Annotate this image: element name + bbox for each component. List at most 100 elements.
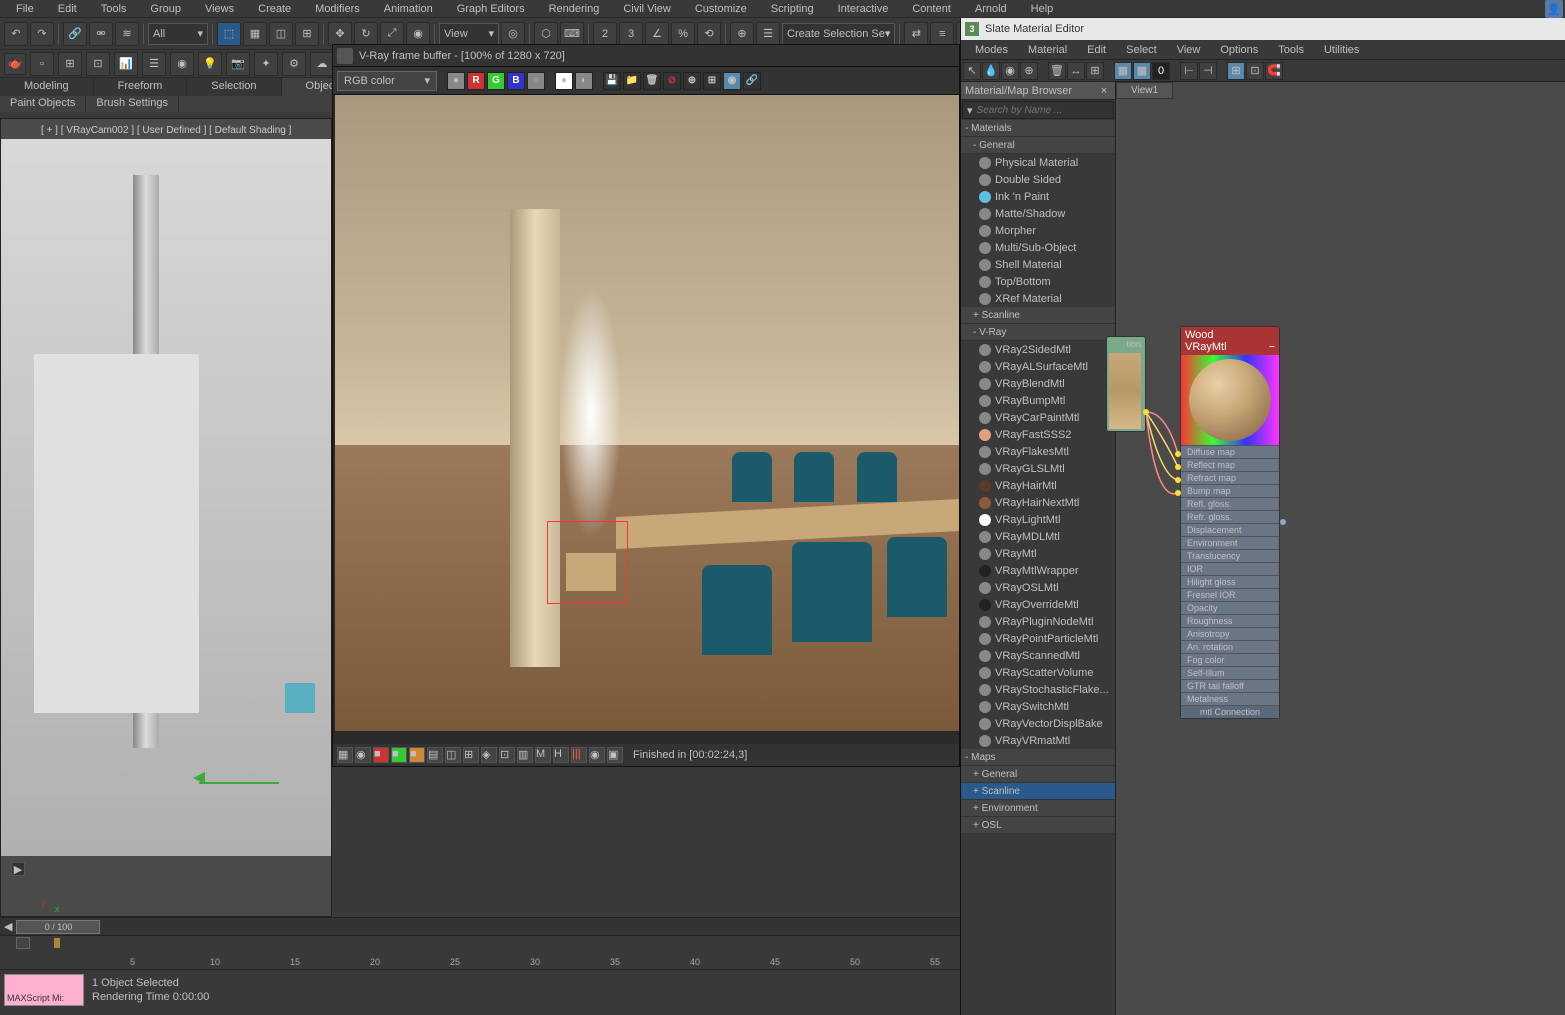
slot-environment[interactable]: Environment	[1181, 536, 1279, 549]
mat-multi-sub-object[interactable]: Multi/Sub-Object	[961, 239, 1115, 256]
region-render-button[interactable]: ◉	[723, 72, 741, 90]
slot-refr-gloss[interactable]: Refr. gloss.	[1181, 510, 1279, 523]
snap-3d-button[interactable]: 3	[619, 22, 643, 46]
mat-vraystochastic[interactable]: VRayStochasticFlake...	[961, 681, 1115, 698]
track-mouse-button[interactable]: ⊞	[703, 72, 721, 90]
node-header[interactable]: Wood VRayMtl −	[1181, 327, 1279, 355]
mat-vrayhair[interactable]: VRayHairMtl	[961, 477, 1115, 494]
mat-vraymdl[interactable]: VRayMDLMtl	[961, 528, 1115, 545]
slate-menu-edit[interactable]: Edit	[1077, 42, 1116, 58]
viewport-label[interactable]: [ + ] [ VRayCam002 ] [ User Defined ] [ …	[41, 125, 291, 136]
slate-delete-button[interactable]: 🗑	[1048, 62, 1066, 80]
ribbon-brush-settings[interactable]: Brush Settings	[86, 96, 179, 112]
mat-vrayoverride[interactable]: VRayOverrideMtl	[961, 596, 1115, 613]
slate-menu-tools[interactable]: Tools	[1268, 42, 1314, 58]
mat-vraymtlwrapper[interactable]: VRayMtlWrapper	[961, 562, 1115, 579]
time-slider-handle[interactable]: 0 / 100	[16, 920, 100, 934]
slot-fresnel[interactable]: Fresnel IOR	[1181, 588, 1279, 601]
vfb-status-icon-8[interactable]: ⊞	[463, 747, 479, 763]
render-last-button[interactable]: ▫	[30, 52, 54, 76]
save-image-button[interactable]: 💾	[603, 72, 621, 90]
mat-xref-material[interactable]: XRef Material	[961, 290, 1115, 307]
vfb-channel-dropdown[interactable]: RGB color▾	[337, 71, 437, 91]
load-image-button[interactable]: 📁	[623, 72, 641, 90]
snap-2d-button[interactable]: 2	[593, 22, 617, 46]
mat-vraycarpaint[interactable]: VRayCarPaintMtl	[961, 409, 1115, 426]
vfb-status-icon-16[interactable]: ▣	[607, 747, 623, 763]
selection-filter-dropdown[interactable]: All▾	[148, 23, 208, 45]
rotate-button[interactable]: ↻	[354, 22, 378, 46]
undo-button[interactable]: ↶	[4, 22, 28, 46]
slate-magnet-button[interactable]: 🧲	[1265, 62, 1283, 80]
link-vfb-button[interactable]: 🔗	[743, 72, 761, 90]
slot-roughness[interactable]: Roughness	[1181, 614, 1279, 627]
vfb-status-icon-12[interactable]: M	[535, 747, 551, 763]
menu-edit[interactable]: Edit	[46, 1, 89, 17]
group-maps-general[interactable]: + General	[961, 766, 1115, 783]
manipulate-button[interactable]: ⬡	[534, 22, 558, 46]
viewport-nav-button[interactable]: ▶	[11, 862, 25, 876]
red-channel-button[interactable]: R	[467, 72, 485, 90]
menu-scripting[interactable]: Scripting	[759, 1, 826, 17]
dope-sheet-button[interactable]: ☰	[142, 52, 166, 76]
menu-arnold[interactable]: Arnold	[963, 1, 1019, 17]
cloud-button[interactable]: ☁	[310, 52, 334, 76]
slate-eyedropper-button[interactable]: 💧	[982, 62, 1000, 80]
mat-double-sided[interactable]: Double Sided	[961, 171, 1115, 188]
named-sel-button[interactable]: ☰	[756, 22, 780, 46]
wood-material-node[interactable]: Wood VRayMtl − Diffuse map Reflect map R…	[1180, 326, 1280, 719]
align-button[interactable]: ≡	[930, 22, 954, 46]
placement-button[interactable]: ◉	[406, 22, 430, 46]
light-button[interactable]: 💡	[198, 52, 222, 76]
render-region-marker[interactable]	[547, 521, 628, 604]
menu-help[interactable]: Help	[1019, 1, 1066, 17]
render-setup-button[interactable]: 🫖	[4, 53, 26, 75]
mat-vrayvrmat[interactable]: VRayVRmatMtl	[961, 732, 1115, 749]
slate-move-button[interactable]: ↔	[1067, 62, 1085, 80]
particle-button[interactable]: ✦	[254, 52, 278, 76]
slot-metalness[interactable]: Metalness	[1181, 692, 1279, 705]
menu-animation[interactable]: Animation	[372, 1, 445, 17]
vfb-status-icon-2[interactable]: ◉	[355, 747, 371, 763]
mat-vraypointparticle[interactable]: VRayPointParticleMtl	[961, 630, 1115, 647]
group-scanline[interactable]: + Scanline	[961, 307, 1115, 324]
menu-customize[interactable]: Customize	[683, 1, 759, 17]
select-by-name-button[interactable]: ▦	[243, 22, 267, 46]
unlink-button[interactable]: ⚮	[89, 22, 113, 46]
slot-bump[interactable]: Bump map	[1181, 484, 1279, 497]
slot-translucency[interactable]: Translucency	[1181, 549, 1279, 562]
vfb-status-icon-1[interactable]: ▦	[337, 747, 353, 763]
vfb-titlebar[interactable]: V-Ray frame buffer - [100% of 1280 x 720…	[333, 45, 959, 67]
blue-channel-button[interactable]: B	[507, 72, 525, 90]
slot-gtr[interactable]: GTR tail falloff	[1181, 679, 1279, 692]
percent-snap-button[interactable]: %	[671, 22, 695, 46]
ribbon-selection[interactable]: Selection	[187, 78, 281, 96]
mat-vrayhairnext[interactable]: VRayHairNextMtl	[961, 494, 1115, 511]
slot-reflect[interactable]: Reflect map	[1181, 458, 1279, 471]
group-vray[interactable]: - V-Ray	[961, 324, 1115, 341]
bind-button[interactable]: ≋	[115, 22, 139, 46]
menu-interactive[interactable]: Interactive	[826, 1, 901, 17]
view-tab[interactable]: View1	[1116, 82, 1173, 99]
vfb-status-icon-15[interactable]: ◉	[589, 747, 605, 763]
rgb-switch-button[interactable]: ●	[447, 72, 465, 90]
menu-rendering[interactable]: Rendering	[537, 1, 612, 17]
mat-vrayplugin[interactable]: VRayPluginNodeMtl	[961, 613, 1115, 630]
menu-create[interactable]: Create	[246, 1, 303, 17]
mat-vrayosl[interactable]: VRayOSLMtl	[961, 579, 1115, 596]
green-channel-button[interactable]: G	[487, 72, 505, 90]
curve-editor-button[interactable]: 📊	[114, 52, 138, 76]
timeline-key-marker[interactable]	[54, 938, 60, 948]
mat-physical-material[interactable]: Physical Material	[961, 154, 1115, 171]
window-crossing-button[interactable]: ⊞	[295, 22, 319, 46]
menu-graph-editors[interactable]: Graph Editors	[445, 1, 537, 17]
slate-put-button[interactable]: ⊕	[1020, 62, 1038, 80]
keyboard-shortcut-button[interactable]: ⌨	[560, 22, 584, 46]
select-region-button[interactable]: ◫	[269, 22, 293, 46]
slate-menu-material[interactable]: Material	[1018, 42, 1077, 58]
user-account-icon[interactable]: 👤	[1545, 0, 1563, 18]
clear-button[interactable]: 🗑	[643, 72, 661, 90]
slate-layout-button[interactable]: ⊞	[1086, 62, 1104, 80]
node-editor-view[interactable]: View1 tion Wood VRayMtl − Diffuse map Re…	[1116, 82, 1565, 1015]
group-maps-scanline[interactable]: + Scanline	[961, 783, 1115, 800]
